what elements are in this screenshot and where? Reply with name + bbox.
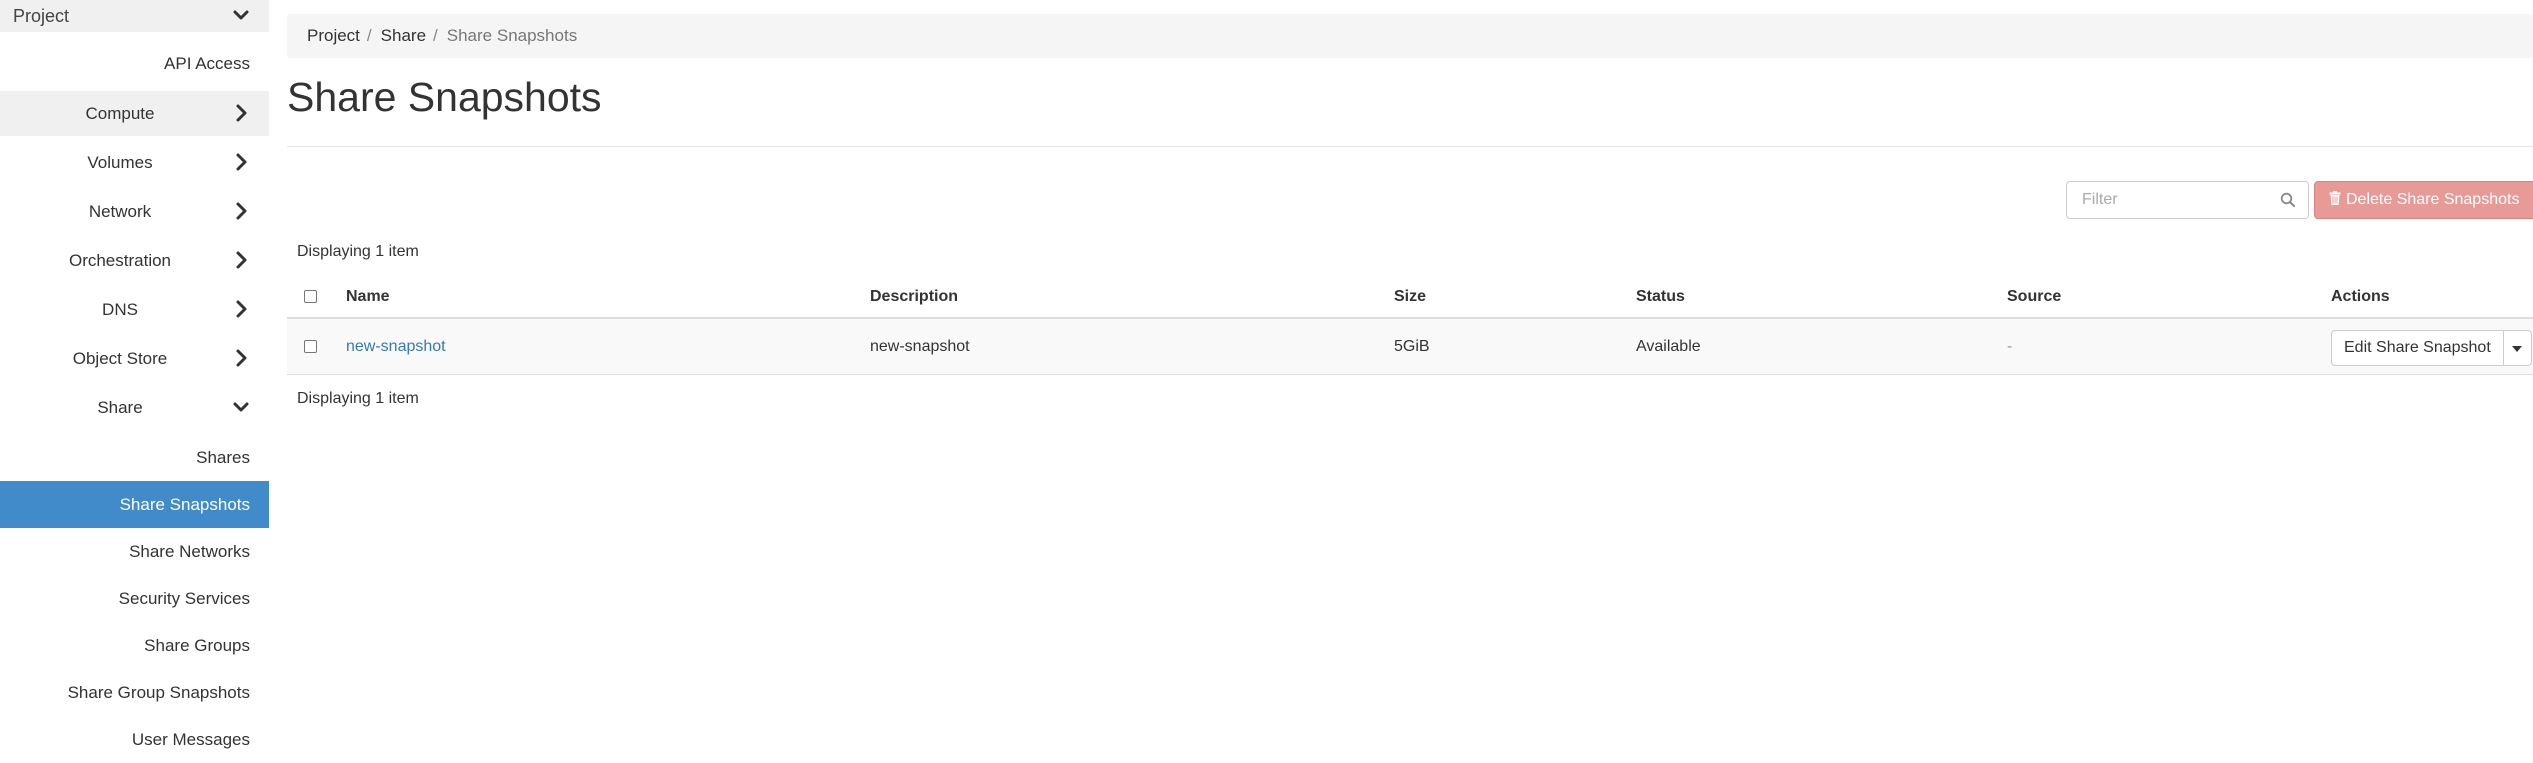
row-checkbox[interactable]: [304, 340, 317, 353]
item-count-top: Displaying 1 item: [297, 243, 419, 260]
sidebar-item-security-services[interactable]: Security Services: [0, 575, 269, 622]
column-header-name[interactable]: Name: [346, 276, 390, 317]
chevron-right-icon: [232, 201, 250, 221]
sidebar-item-label: Share: [97, 397, 143, 417]
sidebar-item-label: Orchestration: [68, 250, 172, 270]
column-header-actions: Actions: [2331, 287, 2390, 305]
column-header-status[interactable]: Status: [1636, 276, 1685, 317]
sidebar-item-network[interactable]: Network: [0, 189, 269, 234]
sidebar-item-object-store[interactable]: Object Store: [0, 336, 269, 381]
breadcrumb-separator: /: [366, 26, 372, 45]
breadcrumb-item-share[interactable]: Share: [381, 26, 426, 46]
sidebar-item-share-networks[interactable]: Share Networks: [0, 528, 269, 575]
title-divider: [287, 146, 2533, 147]
sidebar-item-share[interactable]: Share: [0, 385, 269, 430]
page-title: Share Snapshots: [287, 74, 602, 120]
select-all-checkbox[interactable]: [304, 290, 317, 303]
snapshot-source: -: [2007, 337, 2013, 355]
sidebar-item-share-groups[interactable]: Share Groups: [0, 622, 269, 669]
sidebar-project-label: Project: [13, 5, 70, 26]
delete-share-snapshots-button[interactable]: Delete Share Snapshots: [2314, 181, 2533, 219]
chevron-down-icon: [232, 6, 250, 24]
chevron-right-icon: [232, 250, 250, 270]
sidebar-item-label: Volumes: [87, 152, 153, 172]
select-all-cell: [304, 276, 317, 317]
breadcrumb: Project / Share / Share Snapshots: [287, 14, 2533, 58]
trash-icon: [2329, 190, 2341, 210]
sidebar-item-label: Object Store: [72, 348, 168, 368]
sidebar-item-label: Share Groups: [144, 635, 250, 655]
main-content: Project / Share / Share Snapshots Share …: [287, 0, 2533, 759]
sidebar-item-dns[interactable]: DNS: [0, 287, 269, 332]
chevron-right-icon: [232, 103, 250, 123]
sidebar-item-orchestration[interactable]: Orchestration: [0, 238, 269, 283]
breadcrumb-item-project[interactable]: Project: [307, 26, 360, 46]
column-header-size[interactable]: Size: [1394, 276, 1426, 317]
delete-button-label: Delete Share Snapshots: [2346, 191, 2520, 208]
sidebar-item-label: Shares: [196, 447, 250, 467]
chevron-right-icon: [232, 348, 250, 368]
sidebar-item-volumes[interactable]: Volumes: [0, 140, 269, 185]
sidebar-item-label: Share Networks: [129, 541, 250, 561]
row-actions-dropdown-toggle[interactable]: [2503, 330, 2532, 366]
snapshot-status: Available: [1636, 337, 1701, 355]
sidebar-item-shares[interactable]: Shares: [0, 434, 269, 481]
breadcrumb-separator: /: [433, 26, 438, 45]
chevron-right-icon: [232, 299, 250, 319]
row-select-cell: [304, 319, 317, 374]
sidebar-item-share-snapshots[interactable]: Share Snapshots: [0, 481, 269, 528]
sidebar-item-label: Network: [88, 201, 152, 221]
column-header-description[interactable]: Description: [870, 276, 958, 317]
sidebar-item-label: Compute: [85, 103, 155, 123]
sidebar-item-label: API Access: [164, 54, 250, 73]
snapshot-size: 5GiB: [1394, 337, 1430, 355]
item-count-bottom: Displaying 1 item: [297, 390, 419, 407]
column-header-source[interactable]: Source: [2007, 276, 2061, 317]
sidebar-project-toggle[interactable]: Project: [0, 0, 269, 32]
sidebar: Project API Access Compute Volumes Netwo…: [0, 0, 269, 759]
sidebar-item-label: DNS: [102, 299, 138, 319]
sidebar-item-label: Share Group Snapshots: [67, 682, 250, 702]
caret-down-icon: [2512, 339, 2523, 357]
sidebar-item-label: User Messages: [131, 729, 250, 749]
filter-input[interactable]: [2067, 182, 2267, 218]
table-header-row: Name Description Size Status Source Acti…: [287, 276, 2533, 319]
chevron-down-icon: [232, 397, 250, 417]
breadcrumb-item-current: Share Snapshots: [446, 26, 578, 45]
sidebar-item-label: Share Snapshots: [119, 494, 250, 514]
table-row: new-snapshot new-snapshot 5GiB Available…: [287, 319, 2533, 375]
sidebar-item-compute[interactable]: Compute: [0, 91, 269, 136]
snapshot-description: new-snapshot: [870, 337, 970, 355]
search-icon[interactable]: [2280, 192, 2296, 213]
snapshots-table: Name Description Size Status Source Acti…: [287, 276, 2533, 375]
row-action-group: Edit Share Snapshot: [2331, 330, 2532, 366]
sidebar-item-user-messages[interactable]: User Messages: [0, 716, 269, 763]
chevron-right-icon: [232, 152, 250, 172]
snapshot-name-link[interactable]: new-snapshot: [346, 319, 446, 374]
sidebar-item-api-access[interactable]: API Access: [0, 44, 269, 84]
edit-share-snapshot-button[interactable]: Edit Share Snapshot: [2331, 330, 2504, 366]
sidebar-item-share-group-snapshots[interactable]: Share Group Snapshots: [0, 669, 269, 716]
sidebar-item-label: Security Services: [118, 588, 250, 608]
filter-field: [2066, 181, 2309, 219]
